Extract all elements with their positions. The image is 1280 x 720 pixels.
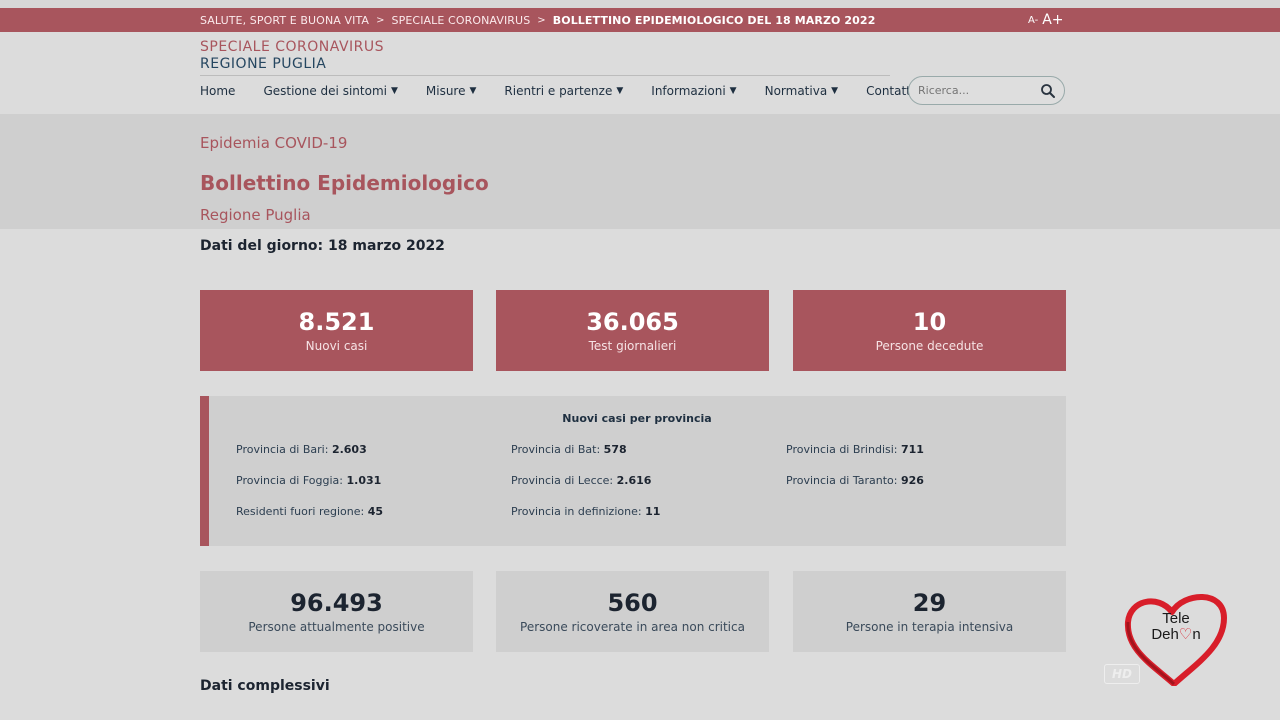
stat-label: Persone in terapia intensiva <box>845 620 1014 634</box>
hero-subtitle: Regione Puglia <box>200 206 311 224</box>
brand-line-2[interactable]: REGIONE PUGLIA <box>200 56 326 72</box>
breadcrumb: SALUTE, SPORT E BUONA VITA > SPECIALE CO… <box>200 8 875 32</box>
province-value: 711 <box>901 443 924 456</box>
stat-value: 36.065 <box>586 308 679 336</box>
chevron-down-icon: ▼ <box>729 86 737 96</box>
breadcrumb-item-coronavirus[interactable]: SPECIALE CORONAVIRUS <box>392 14 531 27</box>
chevron-down-icon: ▼ <box>616 86 624 96</box>
province-item-bari: Provincia di Bari: 2.603 <box>236 443 367 456</box>
header-divider <box>200 75 890 76</box>
nav-item-label: Misure <box>425 84 466 98</box>
chevron-down-icon: ▼ <box>469 86 477 96</box>
stat-label: Persone attualmente positive <box>248 620 425 634</box>
province-value: 926 <box>901 474 924 487</box>
heart-icon: ♡ <box>1179 626 1192 643</box>
teledehon-logo: Tele Deh♡n <box>1124 594 1227 686</box>
province-value: 1.031 <box>346 474 382 487</box>
stat-card-decedute: 10 Persone decedute <box>793 290 1066 371</box>
nav-item-contatti[interactable]: Contatti <box>866 84 914 98</box>
province-label: Provincia di Lecce: <box>511 474 614 487</box>
stat-card-terapia-intensiva: 29 Persone in terapia intensiva <box>793 571 1066 652</box>
date-heading: Dati del giorno: 18 marzo 2022 <box>200 238 445 254</box>
province-item-taranto: Provincia di Taranto: 926 <box>786 474 924 487</box>
province-value: 2.616 <box>616 474 652 487</box>
page-title: Bollettino Epidemiologico <box>200 171 489 195</box>
province-label: Provincia di Foggia: <box>236 474 343 487</box>
nav-item-label: Contatti <box>866 84 915 98</box>
breadcrumb-separator: > <box>537 14 546 26</box>
search-icon[interactable] <box>1040 83 1056 99</box>
nav-item-label: Rientri e partenze <box>504 84 613 98</box>
breadcrumb-separator: > <box>376 14 385 26</box>
province-item-in-definizione: Provincia in definizione: 11 <box>511 505 660 518</box>
logo-text-prefix: Deh <box>1151 626 1179 643</box>
chevron-down-icon: ▼ <box>390 86 398 96</box>
stat-card-ricoverate: 560 Persone ricoverate in area non criti… <box>496 571 769 652</box>
top-strip <box>0 0 1280 8</box>
section-heading-complessivi: Dati complessivi <box>200 678 330 694</box>
nav-item-normativa[interactable]: Normativa ▼ <box>765 84 839 98</box>
province-label: Provincia di Taranto: <box>786 474 898 487</box>
province-label: Residenti fuori regione: <box>236 505 365 518</box>
province-label: Provincia di Bat: <box>511 443 601 456</box>
breadcrumb-item-salute[interactable]: SALUTE, SPORT E BUONA VITA <box>200 14 369 27</box>
font-size-controls: A- A+ <box>1028 8 1064 32</box>
province-value: 45 <box>367 505 384 518</box>
stat-value: 29 <box>912 589 947 617</box>
stat-label: Persone decedute <box>875 339 984 353</box>
nav-item-label: Gestione dei sintomi <box>263 84 387 98</box>
hero-pretitle: Epidemia COVID-19 <box>200 134 348 152</box>
font-decrease-button[interactable]: A- <box>1028 15 1038 26</box>
breadcrumb-current: BOLLETTINO EPIDEMIOLOGICO DEL 18 MARZO 2… <box>552 13 876 27</box>
province-label: Provincia di Brindisi: <box>786 443 898 456</box>
nav-item-gestione-sintomi[interactable]: Gestione dei sintomi ▼ <box>263 84 397 98</box>
brand-line-1[interactable]: SPECIALE CORONAVIRUS <box>200 39 384 55</box>
stat-card-test-giornalieri: 36.065 Test giornalieri <box>496 290 769 371</box>
nav-item-home[interactable]: Home <box>200 84 235 98</box>
stat-value: 560 <box>607 589 658 617</box>
province-item-lecce: Provincia di Lecce: 2.616 <box>511 474 651 487</box>
nav-item-rientri-partenze[interactable]: Rientri e partenze ▼ <box>504 84 623 98</box>
stat-label: Test giornalieri <box>588 339 677 353</box>
hero-section: Epidemia COVID-19 Bollettino Epidemiolog… <box>0 114 1280 229</box>
stat-value: 96.493 <box>290 589 383 617</box>
nav-item-informazioni[interactable]: Informazioni ▼ <box>651 84 736 98</box>
province-value: 11 <box>645 505 661 518</box>
province-panel: Nuovi casi per provincia Provincia di Ba… <box>200 396 1066 546</box>
stat-card-nuovi-casi: 8.521 Nuovi casi <box>200 290 473 371</box>
province-value: 578 <box>603 443 627 456</box>
province-item-fuori-regione: Residenti fuori regione: 45 <box>236 505 383 518</box>
chevron-down-icon: ▼ <box>831 86 839 96</box>
stat-card-positive: 96.493 Persone attualmente positive <box>200 571 473 652</box>
site-header: SPECIALE CORONAVIRUS REGIONE PUGLIA Home… <box>0 32 1280 114</box>
stat-label: Nuovi casi <box>305 339 368 353</box>
logo-text-line2: Deh♡n <box>1151 626 1200 643</box>
nav-item-label: Normativa <box>764 84 828 98</box>
main-nav: Home Gestione dei sintomi ▼ Misure ▼ Rient… <box>200 84 942 98</box>
nav-item-label: Informazioni <box>651 84 726 98</box>
search-box <box>908 76 1065 105</box>
province-label: Provincia in definizione: <box>511 505 642 518</box>
province-panel-title: Nuovi casi per provincia <box>562 412 712 425</box>
logo-text-line1: Tele <box>1162 610 1190 627</box>
nav-item-misure[interactable]: Misure ▼ <box>426 84 477 98</box>
province-item-bat: Provincia di Bat: 578 <box>511 443 627 456</box>
stat-label: Persone ricoverate in area non critica <box>520 620 745 634</box>
province-item-foggia: Provincia di Foggia: 1.031 <box>236 474 381 487</box>
logo-text-suffix: n <box>1192 626 1200 643</box>
stat-value: 10 <box>912 308 947 336</box>
province-label: Provincia di Bari: <box>236 443 329 456</box>
province-item-brindisi: Provincia di Brindisi: 711 <box>786 443 924 456</box>
search-input[interactable] <box>918 84 1033 97</box>
top-bar: SALUTE, SPORT E BUONA VITA > SPECIALE CO… <box>0 8 1280 32</box>
font-increase-button[interactable]: A+ <box>1042 12 1063 28</box>
stat-value: 8.521 <box>298 308 375 336</box>
province-value: 2.603 <box>331 443 367 456</box>
nav-item-label: Home <box>200 84 236 98</box>
